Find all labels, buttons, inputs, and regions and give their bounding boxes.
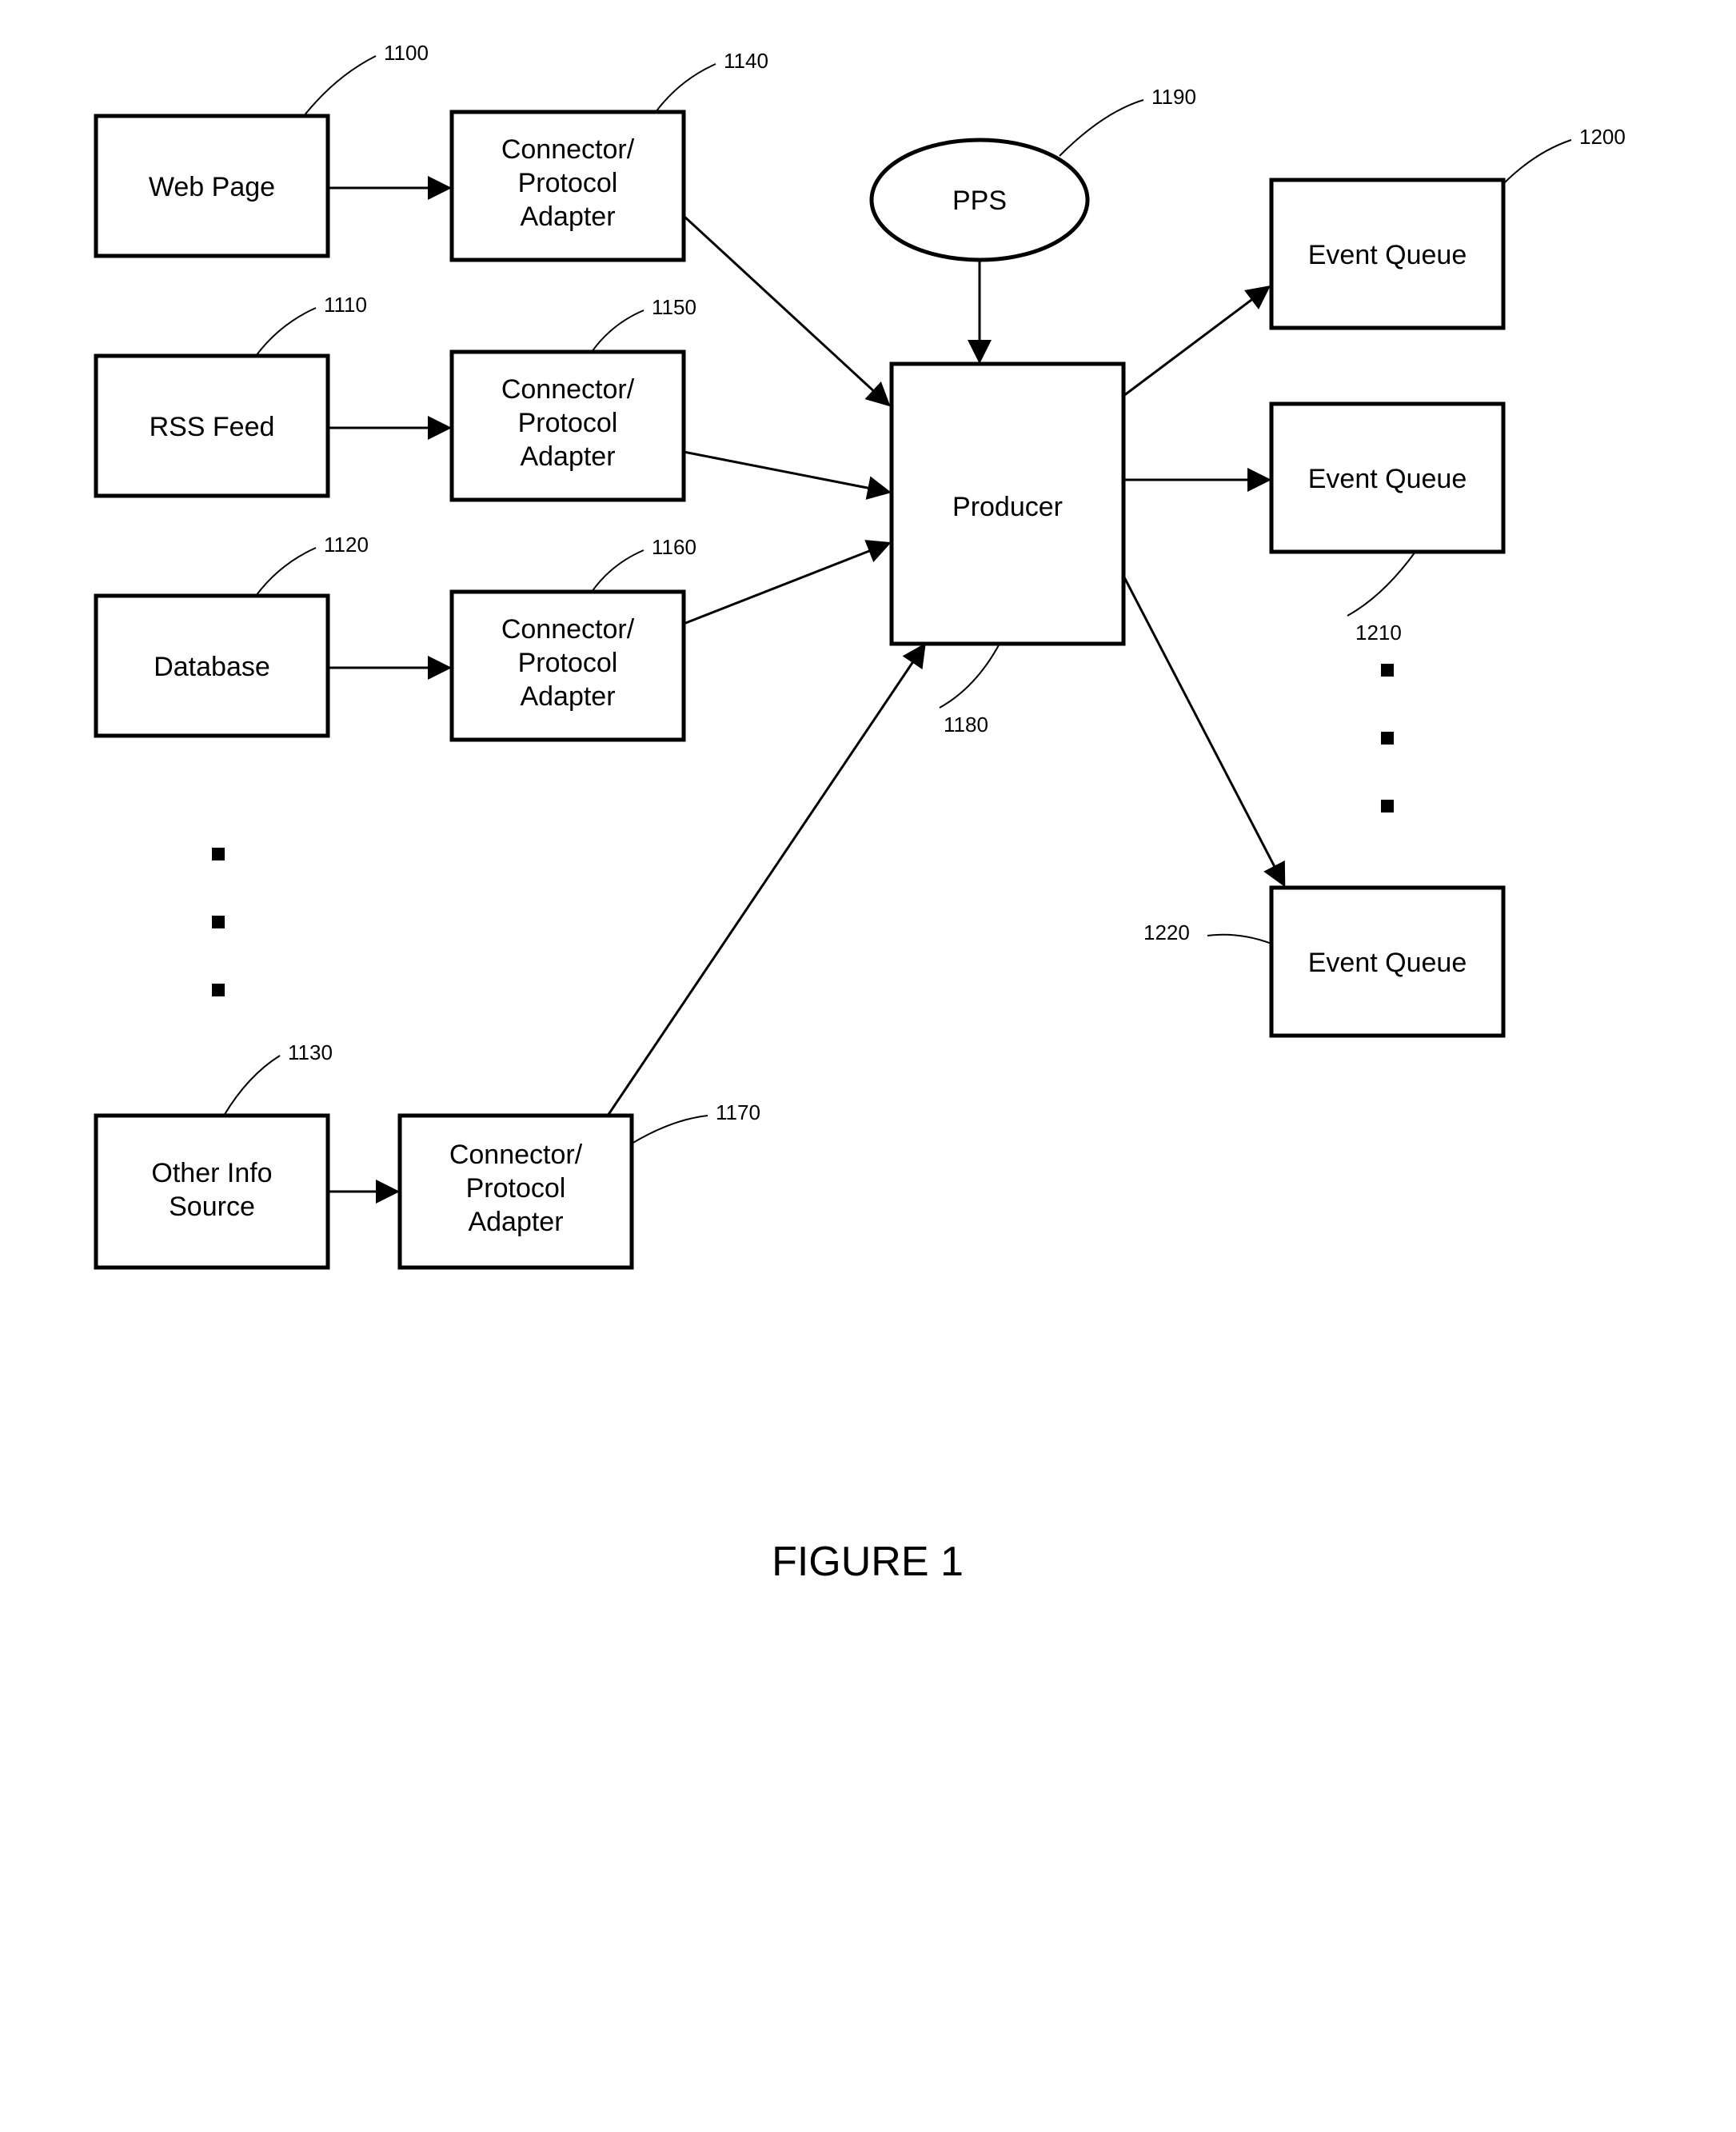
ref-1160: 1160 bbox=[652, 535, 696, 559]
database-label: Database bbox=[154, 652, 270, 682]
node-connector-4: Connector/ Protocol Adapter bbox=[400, 1116, 632, 1268]
svg-text:Protocol: Protocol bbox=[518, 648, 618, 678]
eq1-label: Event Queue bbox=[1308, 240, 1467, 270]
svg-text:Connector/: Connector/ bbox=[501, 614, 635, 645]
lead-1190 bbox=[1060, 100, 1143, 156]
eq3-label: Event Queue bbox=[1308, 948, 1467, 978]
svg-text:Protocol: Protocol bbox=[518, 408, 618, 438]
svg-text:Connector/: Connector/ bbox=[501, 374, 635, 405]
other-info-label-2: Source bbox=[169, 1192, 255, 1222]
lead-1210 bbox=[1347, 552, 1415, 616]
node-connector-2: Connector/ Protocol Adapter bbox=[452, 352, 684, 500]
ref-1180: 1180 bbox=[944, 713, 988, 737]
arrow-conn2-to-producer bbox=[684, 452, 888, 492]
ellipsis-right-queues bbox=[1381, 664, 1394, 812]
ref-1140: 1140 bbox=[724, 49, 768, 73]
lead-1180 bbox=[940, 644, 1000, 708]
lead-1130 bbox=[224, 1056, 280, 1116]
node-event-queue-3: Event Queue bbox=[1271, 888, 1503, 1036]
arrow-producer-to-eq3 bbox=[1123, 576, 1283, 884]
node-other-info-source: Other Info Source bbox=[96, 1116, 328, 1268]
lead-1110 bbox=[256, 308, 316, 356]
ref-1130: 1130 bbox=[288, 1040, 333, 1064]
ref-1200: 1200 bbox=[1579, 125, 1626, 149]
ref-1170: 1170 bbox=[716, 1100, 760, 1124]
other-info-label-1: Other Info bbox=[151, 1158, 272, 1188]
svg-text:Protocol: Protocol bbox=[518, 168, 618, 198]
svg-text:Adapter: Adapter bbox=[520, 441, 615, 472]
node-database: Database bbox=[96, 596, 328, 736]
ref-1220: 1220 bbox=[1143, 920, 1190, 944]
svg-text:Adapter: Adapter bbox=[520, 681, 615, 712]
node-event-queue-1: Event Queue bbox=[1271, 180, 1503, 328]
figure-label: FIGURE 1 bbox=[772, 1539, 964, 1585]
ref-1190: 1190 bbox=[1151, 85, 1196, 109]
node-connector-3: Connector/ Protocol Adapter bbox=[452, 592, 684, 740]
svg-text:Connector/: Connector/ bbox=[449, 1140, 583, 1170]
arrow-conn3-to-producer bbox=[684, 544, 888, 624]
ref-1210: 1210 bbox=[1355, 621, 1402, 645]
lead-1200 bbox=[1503, 140, 1571, 184]
node-rss-feed: RSS Feed bbox=[96, 356, 328, 496]
lead-1140 bbox=[656, 64, 716, 112]
ref-1110: 1110 bbox=[324, 293, 367, 317]
svg-text:Adapter: Adapter bbox=[520, 202, 615, 232]
lead-1220 bbox=[1207, 935, 1271, 944]
node-producer: Producer bbox=[892, 364, 1123, 644]
svg-text:Connector/: Connector/ bbox=[501, 134, 635, 165]
lead-1160 bbox=[592, 550, 644, 592]
node-pps: PPS bbox=[872, 140, 1087, 260]
svg-text:Protocol: Protocol bbox=[466, 1173, 566, 1204]
pps-label: PPS bbox=[952, 186, 1007, 216]
lead-1170 bbox=[632, 1116, 708, 1144]
ref-1150: 1150 bbox=[652, 295, 696, 319]
lead-1120 bbox=[256, 548, 316, 596]
svg-text:Adapter: Adapter bbox=[468, 1207, 563, 1237]
ref-1120: 1120 bbox=[324, 533, 369, 557]
arrow-producer-to-eq1 bbox=[1123, 288, 1267, 396]
node-event-queue-2: Event Queue bbox=[1271, 404, 1503, 552]
lead-1150 bbox=[592, 310, 644, 352]
eq2-label: Event Queue bbox=[1308, 464, 1467, 494]
node-connector-1: Connector/ Protocol Adapter bbox=[452, 112, 684, 260]
arrow-conn1-to-producer bbox=[684, 216, 888, 404]
ref-1100: 1100 bbox=[384, 41, 429, 65]
producer-label: Producer bbox=[952, 492, 1063, 522]
web-page-label: Web Page bbox=[149, 172, 275, 202]
rss-feed-label: RSS Feed bbox=[150, 412, 275, 442]
ellipsis-left-sources bbox=[212, 848, 225, 996]
node-web-page: Web Page bbox=[96, 116, 328, 256]
lead-1100 bbox=[304, 56, 376, 116]
